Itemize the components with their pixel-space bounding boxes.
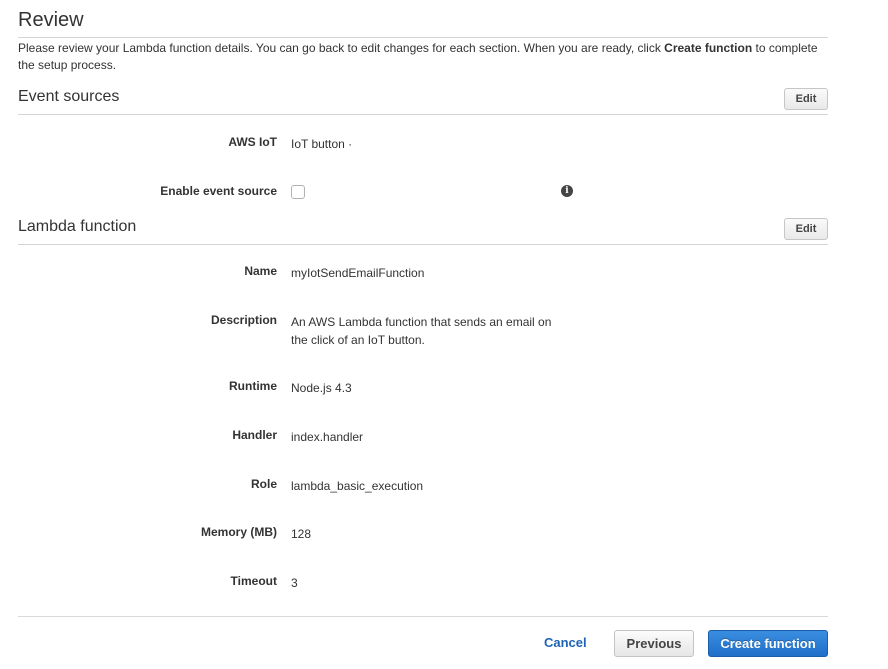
detail-value: index.handler [291,430,364,444]
event-sources-header: Event sources Edit [18,88,828,115]
intro-text: Please review your Lambda function detai… [18,40,828,74]
detail-label: Role [250,477,277,491]
event-sources-edit-button[interactable]: Edit [784,88,828,110]
cancel-link[interactable]: Cancel [544,635,587,650]
create-function-button[interactable]: Create function [708,630,828,657]
page-title: Review [18,9,84,31]
info-circle-icon[interactable]: i [561,185,573,197]
detail-value: lambda_basic_execution [291,479,424,493]
lambda-function-header: Lambda function Edit [18,218,828,245]
detail-value: 3 [291,576,298,590]
detail-label: Description [210,313,277,327]
detail-label: Enable event source [160,184,277,198]
title-divider [18,37,828,38]
detail-row-runtime: Runtime Node.js 4.3 [0,379,888,397]
lambda-function-edit-button[interactable]: Edit [784,218,828,240]
detail-label: Name [244,264,277,278]
enable-event-source-checkbox[interactable] [291,185,305,199]
intro-text-bold: Create function [664,41,753,55]
detail-label: Handler [232,428,277,442]
detail-row-memory: Memory (MB) 128 [0,525,888,543]
detail-label: Timeout [230,574,277,588]
detail-row-description: Description An AWS Lambda function that … [0,313,888,347]
event-sources-title: Event sources [18,88,120,105]
detail-label: Memory (MB) [200,525,277,539]
detail-value: Node.js 4.3 [291,381,352,395]
intro-text-start: Please review your Lambda function detai… [18,41,665,55]
detail-value: An AWS Lambda function that sends an ema… [291,315,552,347]
detail-row-enable-event-source: Enable event source i [0,184,888,202]
detail-row-role: Role lambda_basic_execution [0,477,888,495]
detail-value: IoT button · [291,137,353,151]
detail-row-aws-iot: AWS IoT IoT button · [0,135,888,153]
detail-label: Runtime [229,379,277,393]
section-divider [18,244,828,245]
section-divider [18,114,828,115]
detail-row-timeout: Timeout 3 [0,574,888,592]
detail-value: 128 [291,527,312,541]
previous-button[interactable]: Previous [614,630,694,657]
detail-value: myIotSendEmailFunction [291,266,425,280]
detail-row-handler: Handler index.handler [0,428,888,446]
detail-row-name: Name myIotSendEmailFunction [0,264,888,282]
detail-label: AWS IoT [228,135,277,149]
lambda-function-title: Lambda function [18,218,137,235]
footer-divider [18,616,828,617]
